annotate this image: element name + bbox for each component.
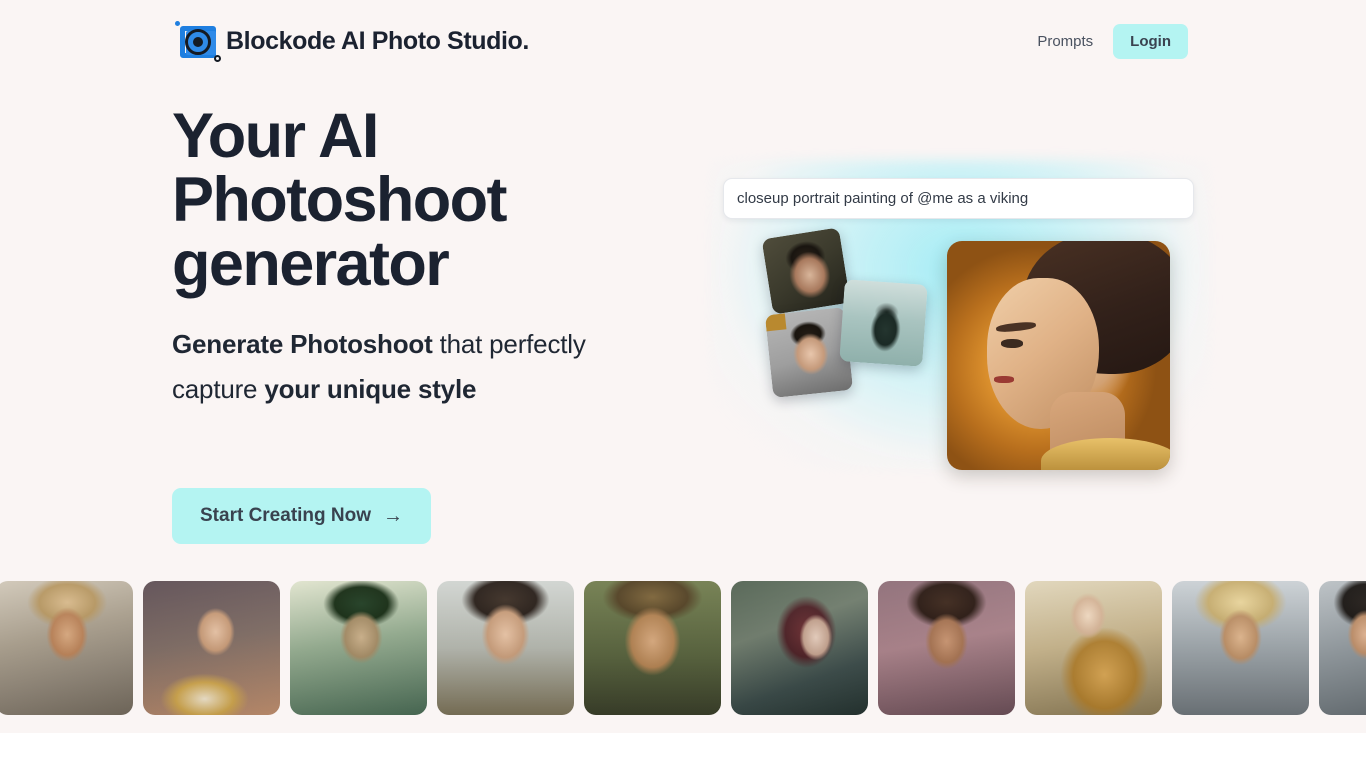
camera-aperture-icon [172,18,224,64]
portrait-eye [1000,339,1023,348]
prompt-input-box[interactable]: closeup portrait painting of @me as a vi… [723,178,1194,219]
gallery-tile-white-gold-armor-woman[interactable] [143,581,280,715]
gallery-tile-rugged-man-portrait[interactable] [584,581,721,715]
portrait-lip [993,376,1014,383]
login-button[interactable]: Login [1113,23,1188,59]
gallery-tile-green-armor-man[interactable] [290,581,427,715]
gallery-tile-knight-curly-hair[interactable] [0,581,133,715]
brand-logo[interactable]: Blockode AI Photo Studio. [172,18,529,64]
logo-spark-bottom-right [214,55,221,62]
hero-left-column: Your AI Photoshoot generator Generate Ph… [172,101,642,544]
start-creating-button[interactable]: Start Creating Now → [172,488,432,544]
source-photo-city-backview[interactable] [839,279,928,367]
tile-sheen [290,581,427,715]
tile-sheen [437,581,574,715]
brand-name: Blockode AI Photo Studio. [226,26,529,55]
hero-subheading: Generate Photoshoot that perfectly captu… [172,322,612,412]
tile-sheen [1319,581,1366,715]
subheading-bold-tail: your unique style [264,374,477,404]
gallery-strip [0,581,1366,715]
tile-sheen [1172,581,1309,715]
tile-sheen [584,581,721,715]
page-title: Your AI Photoshoot generator [172,101,508,299]
hero-showcase: closeup portrait painting of @me as a vi… [700,150,1220,490]
logo-aperture-dot [193,37,203,47]
tile-sheen [878,581,1015,715]
subheading-bold-lead: Generate Photoshoot [172,329,433,359]
nav-link-prompts[interactable]: Prompts [1037,33,1093,50]
arrow-right-icon: → [383,505,404,527]
gallery-tile-athlete-woman-jersey[interactable] [1319,581,1366,715]
generated-viking-portrait[interactable] [947,241,1170,470]
gallery-tile-glasses-man-starfield[interactable] [878,581,1015,715]
main-nav: Prompts Login [1037,23,1188,59]
tile-sheen [0,581,133,715]
source-photo-dark-portrait[interactable] [761,227,851,315]
site-header: Blockode AI Photo Studio. Prompts Login [0,0,1366,82]
logo-spark-top-left [175,21,180,26]
gallery-tile-olive-coat-woman[interactable] [437,581,574,715]
gallery-tile-blonde-curly-warrior[interactable] [1172,581,1309,715]
gallery-tile-red-cloak-sorceress[interactable] [731,581,868,715]
cta-label: Start Creating Now [200,505,372,526]
landing-page: Blockode AI Photo Studio. Prompts Login … [0,0,1366,768]
tile-sheen [143,581,280,715]
tile-sheen [731,581,868,715]
prompt-input-value: closeup portrait painting of @me as a vi… [737,190,1029,207]
gallery-tile-golden-elf-queen[interactable] [1025,581,1162,715]
tile-sheen [1025,581,1162,715]
